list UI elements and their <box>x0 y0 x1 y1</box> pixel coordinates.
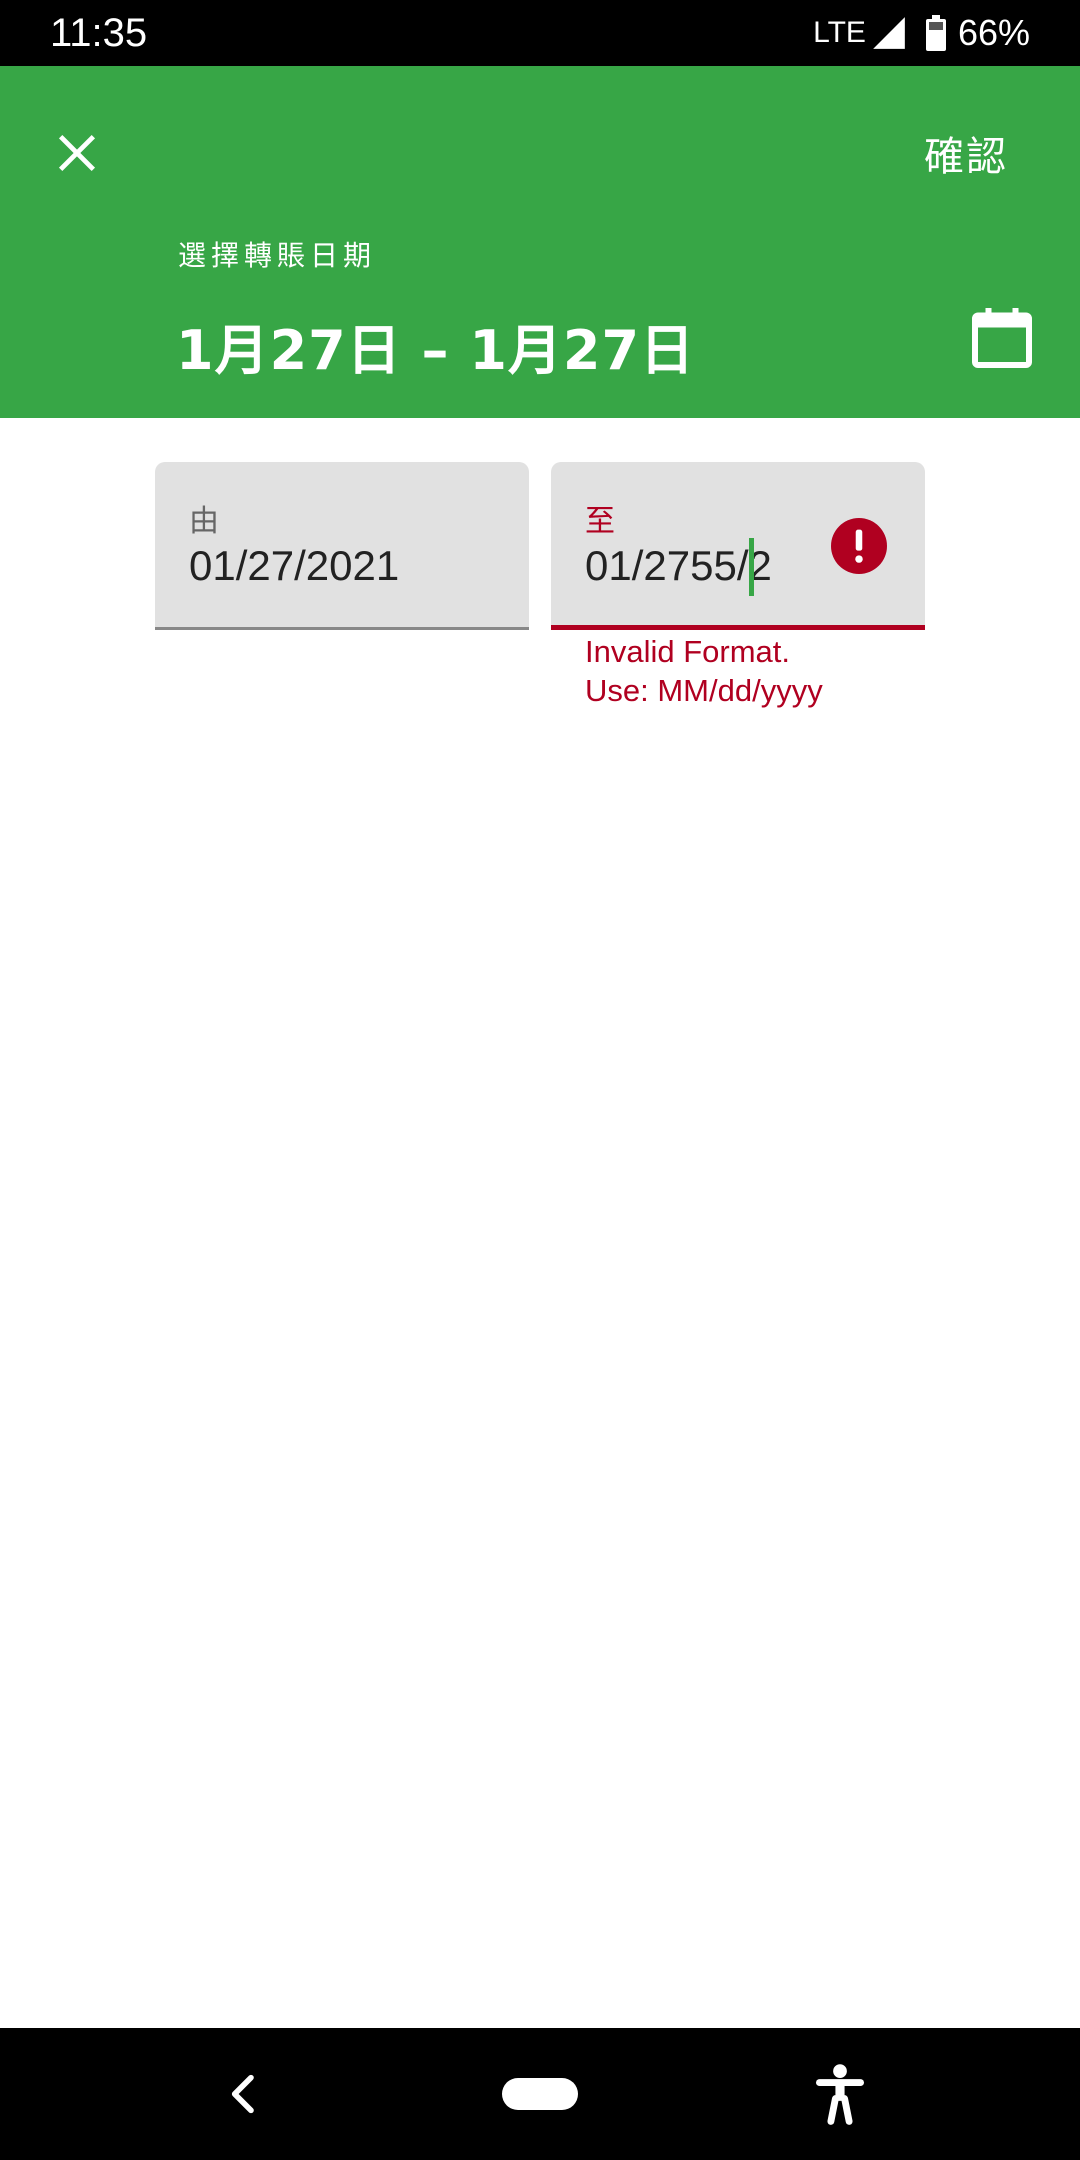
status-bar: 11:35 LTE 66% <box>0 0 1080 66</box>
calendar-toggle-button[interactable] <box>966 302 1038 376</box>
status-indicators: LTE 66% <box>813 8 1030 58</box>
error-line-2: Use: MM/dd/yyyy <box>585 673 823 708</box>
start-date-label: 由 <box>189 504 219 539</box>
close-icon <box>58 134 96 172</box>
battery-icon <box>925 15 946 51</box>
header-subtitle: 選擇轉賬日期 <box>178 239 377 272</box>
error-line-1: Invalid Format. <box>585 634 791 669</box>
start-date-field[interactable]: 由 01/27/2021 <box>155 462 529 630</box>
system-nav-bar <box>0 2028 1080 2160</box>
battery-percent: 66% <box>957 12 1030 53</box>
end-date-label: 至 <box>585 504 615 539</box>
end-date-input[interactable]: 01/2755/2 <box>585 542 785 590</box>
text-cursor <box>749 538 754 596</box>
date-picker-header: 確認 選擇轉賬日期 1月27日 – 1月27日 <box>0 66 1080 418</box>
signal-icon <box>873 17 905 49</box>
confirm-button[interactable]: 確認 <box>924 116 1008 190</box>
error-icon <box>831 518 887 574</box>
close-button[interactable] <box>40 116 114 190</box>
status-time: 11:35 <box>50 11 148 55</box>
accessibility-icon[interactable] <box>812 2062 868 2126</box>
start-date-input[interactable]: 01/27/2021 <box>189 542 399 590</box>
end-date-error-message: Invalid Format. Use: MM/dd/yyyy <box>585 632 823 710</box>
home-pill-icon[interactable] <box>502 2078 578 2110</box>
end-date-field[interactable]: 至 01/2755/2 <box>551 462 925 630</box>
selected-date-range: 1月27日 – 1月27日 <box>176 319 696 382</box>
back-icon[interactable] <box>216 2066 272 2122</box>
network-label: LTE <box>813 16 866 49</box>
calendar-icon <box>972 308 1032 368</box>
